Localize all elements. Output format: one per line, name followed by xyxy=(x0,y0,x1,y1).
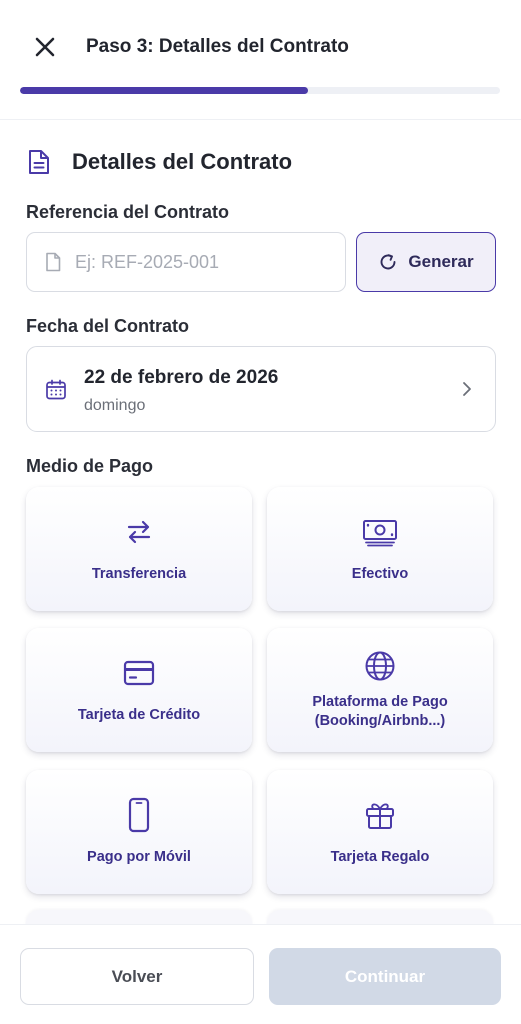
payment-option-cash[interactable]: Efectivo xyxy=(267,487,493,611)
gift-icon xyxy=(366,803,394,829)
page-title: Paso 3: Detalles del Contrato xyxy=(86,36,349,57)
payment-option-transfer[interactable]: Transferencia xyxy=(26,487,252,611)
section-heading: Detalles del Contrato xyxy=(26,148,292,176)
globe-icon xyxy=(365,651,395,681)
date-label: Fecha del Contrato xyxy=(26,316,190,336)
date-picker[interactable]: 22 de febrero de 2026 domingo xyxy=(26,346,496,432)
date-value: 22 de febrero de 2026 xyxy=(84,367,279,388)
close-button[interactable] xyxy=(28,30,62,64)
payment-label: Medio de Pago xyxy=(26,456,154,476)
file-icon xyxy=(46,252,61,272)
refresh-icon xyxy=(380,254,396,270)
generate-button[interactable]: Generar xyxy=(356,232,496,292)
payment-option-label: Efectivo xyxy=(351,565,409,582)
calendar-icon xyxy=(46,379,66,400)
generate-button-label: Generar xyxy=(408,252,474,271)
step-progress-bar xyxy=(20,87,500,94)
close-icon xyxy=(35,37,55,57)
cash-icon xyxy=(363,519,397,546)
chevron-right-icon xyxy=(463,382,471,396)
payment-option-mobile[interactable]: Pago por Móvil xyxy=(26,770,252,894)
document-icon xyxy=(29,150,49,174)
date-weekday: domingo xyxy=(84,397,146,414)
app-header: Paso 3: Detalles del Contrato xyxy=(0,0,521,120)
payment-option-gift-card[interactable]: Tarjeta Regalo xyxy=(267,770,493,894)
bottom-action-bar: Volver Continuar xyxy=(0,924,521,1024)
payment-option-label: Plataforma de Pago (Booking/Airbnb...) xyxy=(312,694,448,729)
payment-option-label: Transferencia xyxy=(91,565,187,582)
reference-field[interactable] xyxy=(26,232,346,292)
reference-input[interactable] xyxy=(75,251,315,273)
section-title: Detalles del Contrato xyxy=(72,149,293,174)
payment-option-label: Tarjeta de Crédito xyxy=(77,706,201,723)
back-button[interactable]: Volver xyxy=(20,948,254,1005)
credit-card-icon xyxy=(123,660,155,685)
payment-option-label: Pago por Móvil xyxy=(87,848,191,865)
step-progress-fill xyxy=(20,87,308,94)
transfer-arrows-icon xyxy=(127,520,151,543)
payment-option-credit-card[interactable]: Tarjeta de Crédito xyxy=(26,628,252,752)
payment-option-platform[interactable]: Plataforma de Pago (Booking/Airbnb...) xyxy=(267,628,493,752)
payment-option-label: Tarjeta Regalo xyxy=(330,848,430,865)
mobile-phone-icon xyxy=(128,797,150,832)
reference-label: Referencia del Contrato xyxy=(26,202,230,222)
continue-button[interactable]: Continuar xyxy=(269,948,501,1005)
